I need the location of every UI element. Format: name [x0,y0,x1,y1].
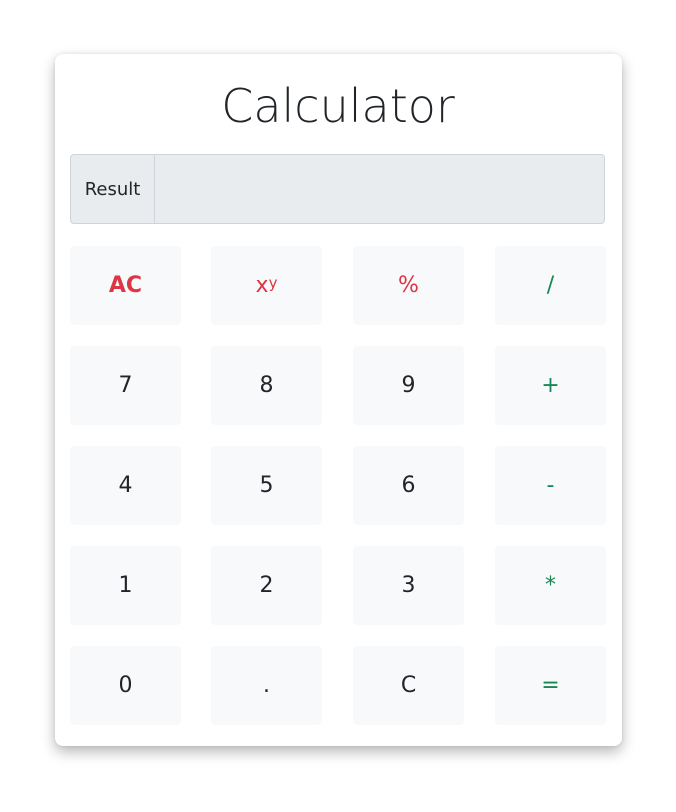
digit-7-button[interactable]: 7 [70,346,181,425]
result-display: Result [70,154,605,224]
multiply-button[interactable]: * [495,546,606,625]
result-label: Result [71,155,155,223]
all-clear-button[interactable]: AC [70,246,181,325]
digit-2-button[interactable]: 2 [211,546,322,625]
digit-6-button[interactable]: 6 [353,446,464,525]
digit-8-button[interactable]: 8 [211,346,322,425]
minus-button[interactable]: - [495,446,606,525]
percent-button[interactable]: % [353,246,464,325]
plus-button[interactable]: + [495,346,606,425]
digit-0-button[interactable]: 0 [70,646,181,725]
power-button[interactable]: xy [211,246,322,325]
digit-4-button[interactable]: 4 [70,446,181,525]
digit-9-button[interactable]: 9 [353,346,464,425]
equals-button[interactable]: = [495,646,606,725]
divide-button[interactable]: / [495,246,606,325]
decimal-point-button[interactable]: . [211,646,322,725]
digit-1-button[interactable]: 1 [70,546,181,625]
digit-5-button[interactable]: 5 [211,446,322,525]
clear-entry-button[interactable]: C [353,646,464,725]
digit-3-button[interactable]: 3 [353,546,464,625]
power-exponent-label: y [268,273,278,292]
page-title: Calculator [221,79,455,133]
power-base-label: x [255,273,269,298]
result-value [155,155,604,223]
